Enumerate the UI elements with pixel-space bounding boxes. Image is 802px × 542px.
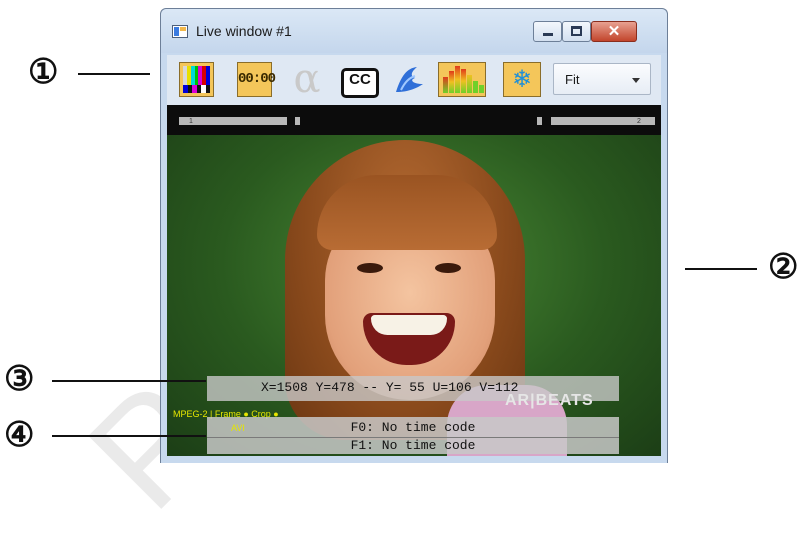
- frame-teeth: [371, 315, 447, 335]
- timeline-scrubber[interactable]: 1 2: [167, 105, 661, 135]
- video-viewport[interactable]: 1 2 X=1508 Y=478 -- Y= 55 U=106 V=112 AR…: [167, 105, 661, 456]
- zoom-fit-select[interactable]: Fit: [553, 63, 651, 95]
- frame-bangs: [317, 175, 497, 250]
- frame-eye-right: [435, 263, 461, 273]
- timecode-f0: F0: No time code: [350, 420, 476, 435]
- maximize-button[interactable]: [562, 21, 591, 42]
- chevron-down-icon: [632, 78, 640, 83]
- pixel-probe-readout: X=1508 Y=478 -- Y= 55 U=106 V=112: [261, 380, 519, 395]
- timecode-bar: F0: No time code F1: No time code: [207, 417, 619, 454]
- window-title: Live window #1: [196, 23, 292, 39]
- fit-select-value: Fit: [565, 72, 580, 87]
- callout-3-line: [52, 380, 206, 382]
- callout-2-line: [685, 268, 757, 270]
- closed-caption-icon[interactable]: CC: [341, 68, 379, 98]
- callout-4: ④: [4, 415, 35, 455]
- scrub-marker-right: 2: [637, 118, 641, 125]
- close-icon: ✕: [607, 23, 621, 40]
- minimize-button[interactable]: [533, 21, 562, 42]
- close-button[interactable]: ✕: [591, 21, 637, 42]
- maximize-icon: [571, 26, 582, 36]
- stream-info-line2: AVI: [231, 423, 245, 433]
- audio-level-icon[interactable]: [438, 62, 486, 97]
- timecode-f1: F1: No time code: [207, 437, 619, 453]
- live-window: Live window #1 ✕ 00:00 α CC ❄ Fit 1 2 X=…: [160, 8, 668, 463]
- callout-3: ③: [4, 359, 35, 399]
- title-bar[interactable]: Live window #1 ✕: [161, 9, 667, 53]
- freeze-icon[interactable]: ❄: [503, 62, 541, 97]
- color-bars-icon[interactable]: [179, 62, 214, 97]
- callout-1-line: [78, 73, 150, 75]
- waveform-icon[interactable]: [393, 62, 428, 97]
- toolbar: 00:00 α CC ❄ Fit: [167, 55, 661, 105]
- callout-4-line: [52, 435, 206, 437]
- minimize-icon: [543, 33, 553, 36]
- callout-2: ②: [768, 247, 799, 287]
- scrub-marker-left: 1: [189, 118, 193, 125]
- alpha-icon[interactable]: α: [288, 59, 326, 99]
- timecode-icon[interactable]: 00:00: [237, 62, 276, 97]
- source-watermark: AR|BEATS: [505, 392, 594, 409]
- window-app-icon: [172, 25, 188, 38]
- callout-1: ①: [28, 52, 59, 92]
- frame-eye-left: [357, 263, 383, 273]
